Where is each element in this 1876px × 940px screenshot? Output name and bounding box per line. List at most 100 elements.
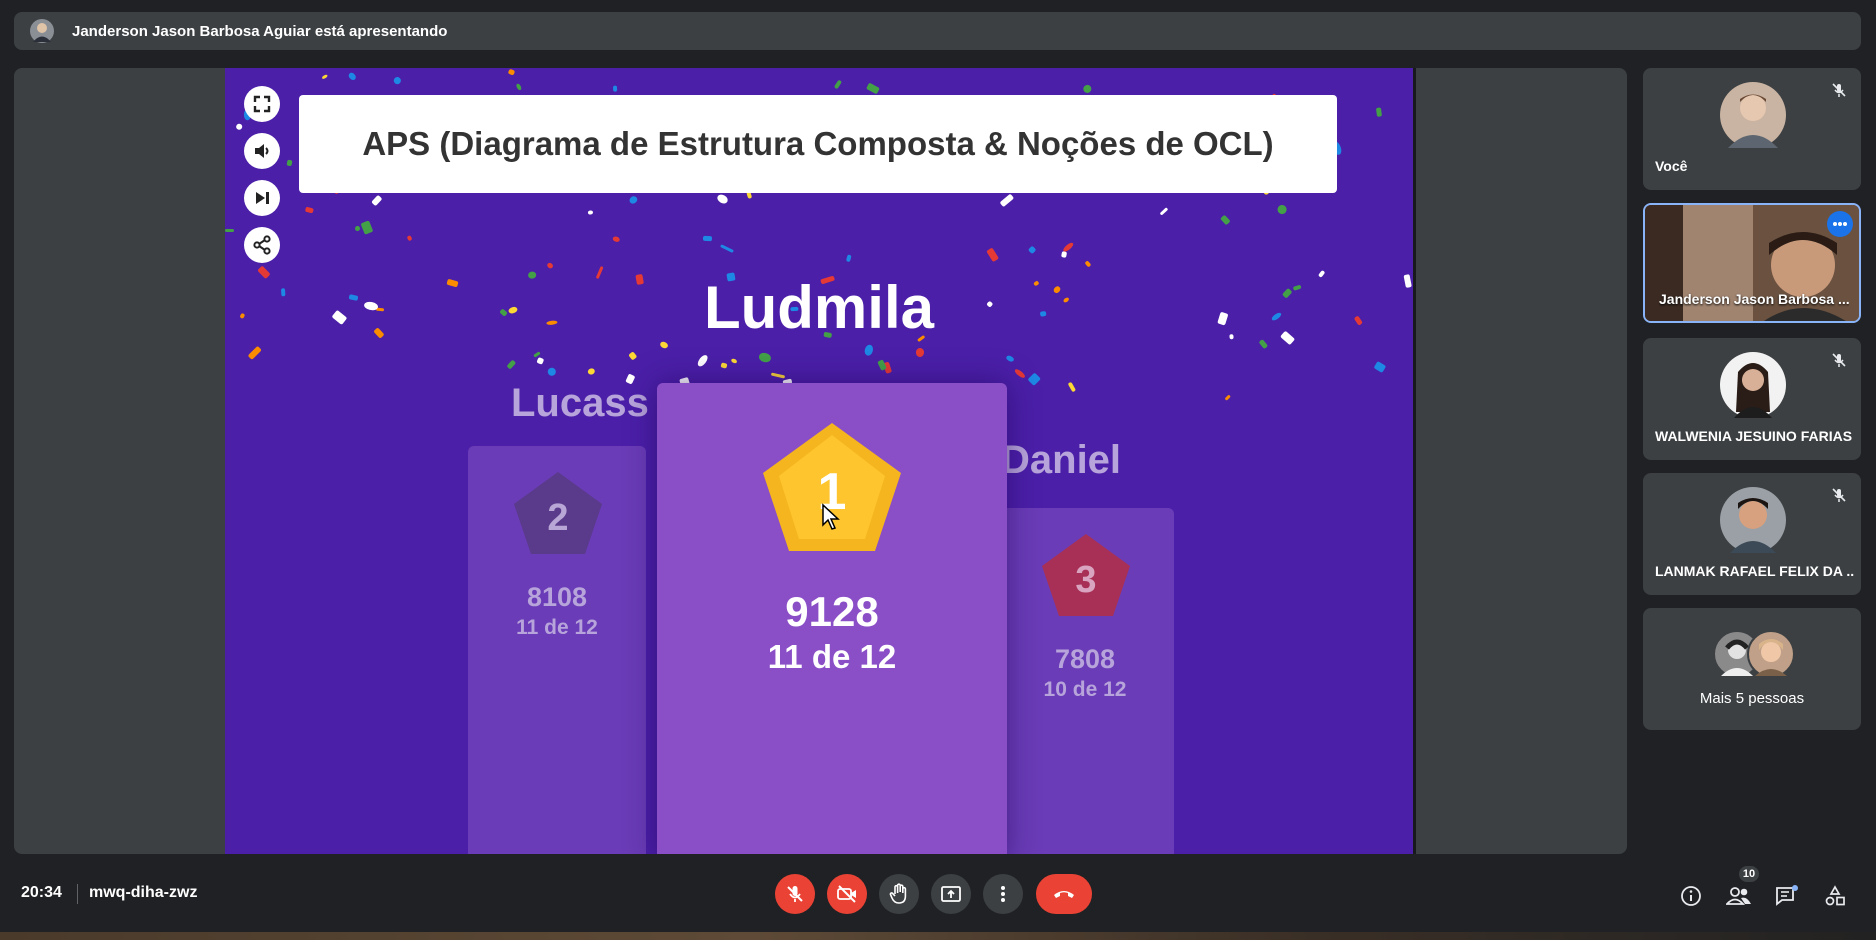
confetti-piece: [586, 367, 596, 376]
clock: 20:34: [21, 884, 62, 901]
third-place-name: Daniel: [1001, 438, 1122, 482]
people-button[interactable]: [1725, 882, 1753, 910]
confetti-piece: [545, 261, 554, 270]
second-place-rank: 2: [547, 497, 568, 539]
confetti-piece: [1061, 241, 1075, 254]
confetti-piece: [1224, 394, 1231, 401]
more-options-button[interactable]: [1827, 211, 1853, 237]
confetti-piece: [587, 210, 593, 215]
confetti-piece: [354, 225, 360, 232]
mic-off-icon: [787, 886, 803, 902]
confetti-piece: [915, 348, 925, 358]
confetti-piece: [321, 73, 329, 80]
confetti-piece: [1060, 251, 1068, 259]
presentation-stage[interactable]: APS (Diagrama de Estrutura Composta & No…: [14, 68, 1627, 854]
mic-off-icon: [1832, 488, 1846, 502]
confetti-piece: [1027, 246, 1037, 255]
confetti-piece: [1376, 107, 1383, 117]
skip-next-icon: [256, 192, 269, 204]
more-people-label: Mais 5 pessoas: [1699, 690, 1805, 707]
confetti-piece: [1013, 368, 1026, 380]
participant-name: LANMAK RAFAEL FELIX DA ...: [1655, 563, 1855, 579]
confetti-piece: [770, 372, 786, 379]
avatar: [1720, 82, 1786, 148]
fullscreen-button[interactable]: [244, 86, 280, 122]
participant-tile-speaker[interactable]: Janderson Jason Barbosa ...: [1643, 203, 1861, 323]
present-screen-button[interactable]: [931, 874, 971, 914]
confetti-piece: [1084, 260, 1092, 268]
avatar: [1747, 630, 1795, 678]
confetti-piece: [506, 359, 516, 369]
first-place-correct: 11 de 12: [767, 638, 897, 675]
confetti-piece: [876, 358, 887, 371]
third-place-podium: 3 7808 10 de 12: [996, 508, 1174, 854]
info-icon: [1681, 886, 1701, 906]
confetti-piece: [695, 352, 710, 368]
participant-tile-self[interactable]: Você: [1643, 68, 1861, 190]
slide-edge: [1413, 68, 1416, 854]
confetti-piece: [834, 79, 843, 89]
confetti-piece: [1373, 360, 1387, 373]
confetti-piece: [304, 206, 314, 214]
confetti-piece: [845, 254, 852, 263]
confetti-piece: [536, 357, 545, 366]
call-end-icon: [1054, 891, 1074, 898]
second-place-score: 8108: [526, 582, 588, 612]
confetti-piece: [613, 85, 618, 92]
slide-title-box: APS (Diagrama de Estrutura Composta & No…: [299, 95, 1337, 193]
volume-icon: [255, 144, 269, 158]
avatar: [1720, 352, 1786, 418]
confetti-piece: [347, 72, 358, 82]
activities-button[interactable]: [1821, 882, 1849, 910]
bottom-control-bar: 20:34 mwq-diha-zwz 10: [0, 862, 1876, 928]
participant-tile[interactable]: LANMAK RAFAEL FELIX DA ...: [1643, 473, 1861, 595]
camera-toggle-button[interactable]: [827, 874, 867, 914]
skip-button[interactable]: [244, 180, 280, 216]
confetti-piece: [1068, 382, 1077, 393]
volume-button[interactable]: [244, 133, 280, 169]
confetti-piece: [746, 191, 753, 200]
meeting-details-button[interactable]: [1677, 882, 1705, 910]
confetti-piece: [613, 236, 621, 244]
confetti-piece: [286, 159, 293, 167]
confetti-piece: [627, 350, 638, 361]
first-place-badge: 1: [763, 423, 901, 551]
more-horiz-icon: [1833, 222, 1847, 226]
confetti-piece: [1159, 206, 1169, 216]
confetti-piece: [999, 193, 1015, 208]
confetti-piece: [406, 235, 413, 242]
confetti-piece: [1005, 355, 1015, 364]
confetti-piece: [507, 68, 515, 76]
leave-call-button[interactable]: [1036, 874, 1092, 914]
meeting-code: mwq-diha-zwz: [89, 884, 198, 901]
second-place-correct: 11 de 12: [516, 616, 598, 639]
confetti-piece: [1220, 214, 1231, 225]
slide-title: APS (Diagrama de Estrutura Composta & No…: [362, 125, 1274, 162]
confetti-piece: [371, 194, 383, 206]
share-icon: [253, 235, 271, 255]
confetti-piece: [720, 243, 734, 253]
present-to-all-icon: [941, 886, 961, 902]
divider: [77, 884, 78, 904]
more-vert-icon: [1001, 886, 1005, 902]
participant-tile[interactable]: WALWENIA JESUINO FARIAS: [1643, 338, 1861, 460]
more-options-button[interactable]: [983, 874, 1023, 914]
camera-off-icon: [837, 885, 856, 903]
chat-button[interactable]: [1773, 882, 1801, 910]
share-button[interactable]: [244, 227, 280, 263]
confetti-piece: [360, 220, 374, 235]
more-people-tile[interactable]: Mais 5 pessoas: [1643, 608, 1861, 730]
confetti-piece: [702, 235, 712, 242]
confetti-piece: [866, 82, 880, 95]
chat-icon: [1776, 885, 1798, 906]
participant-name: Janderson Jason Barbosa ...: [1659, 291, 1849, 307]
third-place-correct: 10 de 12: [1043, 678, 1127, 701]
presented-slide: APS (Diagrama de Estrutura Composta & No…: [225, 68, 1413, 854]
first-place-rank: 1: [818, 463, 847, 521]
winner-name: Ludmila: [703, 274, 934, 341]
microphone-toggle-button[interactable]: [775, 874, 815, 914]
confetti-piece: [392, 75, 403, 85]
raise-hand-button[interactable]: [879, 874, 919, 914]
participant-count-badge: 10: [1739, 866, 1759, 882]
third-place-rank: 3: [1075, 559, 1096, 601]
